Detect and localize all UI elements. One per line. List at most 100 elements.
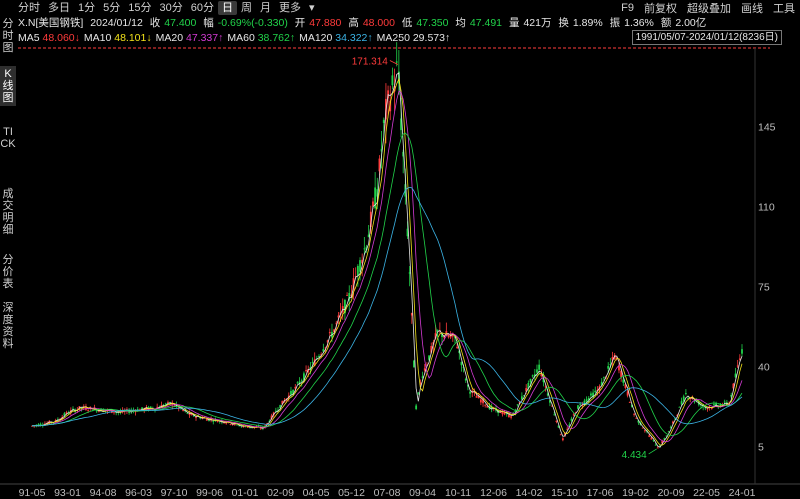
candle-body	[510, 416, 512, 418]
candle-body	[395, 61, 398, 63]
candle-body	[531, 375, 534, 377]
candle-body	[654, 444, 657, 446]
period-tab-10[interactable]: 更多	[275, 1, 305, 15]
more-dropdown-icon[interactable]: ▾	[305, 1, 319, 15]
candle-body	[195, 416, 197, 418]
side-tab-3[interactable]: 成交明细	[0, 186, 16, 238]
period-tab-4[interactable]: 15分	[124, 1, 155, 15]
date-range[interactable]: 1991/05/07-2024/01/12(8236日)	[631, 30, 782, 45]
candle-body	[156, 406, 159, 408]
candle-body	[656, 447, 659, 449]
y-tick-0: 5	[758, 442, 764, 454]
side-tab-5[interactable]: 深度资料	[0, 300, 16, 352]
period-tab-3[interactable]: 5分	[99, 1, 124, 15]
open-label: 开	[294, 17, 306, 29]
x-tick-17: 19-02	[622, 487, 649, 499]
low-label: 低	[401, 17, 413, 29]
candle-body	[553, 414, 556, 416]
side-tab-1[interactable]: K线图	[0, 66, 16, 106]
candle-body	[741, 349, 743, 354]
candle-body	[710, 408, 713, 409]
candle-body	[628, 401, 631, 403]
candle-body	[559, 434, 562, 436]
x-tick-3: 96-03	[125, 487, 152, 499]
ma120-line	[31, 186, 743, 427]
period-tab-0[interactable]: 分时	[14, 1, 44, 15]
symbol: X.N[美国钢铁]	[18, 17, 84, 29]
candle-body	[290, 390, 292, 395]
period-tab-9[interactable]: 月	[256, 1, 275, 15]
candle-body	[648, 435, 651, 437]
high-label: 高	[348, 17, 359, 29]
candle-body	[346, 295, 348, 296]
ma-item-ma120: MA120 34.322↑	[299, 32, 373, 44]
ma-item-ma20: MA20 47.337↑	[155, 32, 224, 44]
candle-body	[602, 376, 605, 378]
period-tab-2[interactable]: 1分	[74, 1, 99, 15]
candle-body	[529, 378, 532, 383]
tool-3[interactable]: 画线	[736, 0, 768, 16]
candle-body	[469, 391, 471, 394]
x-tick-15: 15-10	[551, 487, 578, 499]
candle-body	[643, 430, 646, 432]
candle-body	[212, 421, 215, 422]
quote-date: 2024/01/12	[90, 17, 143, 29]
x-tick-2: 94-08	[90, 487, 117, 499]
tool-2[interactable]: 超级叠加	[682, 0, 736, 16]
candle-body	[39, 423, 42, 426]
ma10-line	[31, 78, 743, 446]
y-tick-4: 145	[758, 122, 776, 134]
candle-body	[594, 390, 597, 393]
tool-0[interactable]: F9	[616, 2, 639, 14]
candle-body	[479, 399, 482, 403]
volume-value: 421万	[523, 17, 552, 29]
tool-4[interactable]: 工具	[768, 0, 800, 16]
period-tab-1[interactable]: 多日	[44, 1, 74, 15]
kline-chart[interactable]: 91-05 93-01 94-08 96-03 97-10 99-06 01-01 02-09…	[0, 0, 800, 499]
period-tab-6[interactable]: 60分	[187, 1, 218, 15]
period-tab-5[interactable]: 30分	[156, 1, 187, 15]
turnover-label: 换	[558, 17, 569, 29]
candle-body	[447, 335, 450, 338]
tool-1[interactable]: 前复权	[639, 0, 682, 16]
ma5-line	[31, 72, 743, 448]
period-tab-8[interactable]: 周	[237, 1, 256, 15]
candle-body	[305, 369, 307, 372]
period-tab-7[interactable]: 日	[218, 1, 237, 15]
side-tab-0[interactable]: 分时图	[0, 16, 16, 56]
candle-body	[460, 362, 463, 366]
candle-body	[87, 410, 90, 411]
ma60-line	[31, 132, 743, 436]
candle-body	[311, 361, 314, 363]
ma-item-ma10: MA10 48.101↓	[83, 32, 152, 44]
candle-body	[561, 438, 564, 441]
candle-body	[391, 75, 394, 86]
x-tick-13: 12-06	[480, 487, 507, 499]
candle-body	[736, 365, 739, 367]
volume-label: 量	[508, 17, 520, 29]
side-tab-4[interactable]: 分价表	[0, 252, 16, 292]
side-tab-2[interactable]: TICK	[0, 124, 16, 152]
x-tick-10: 07-08	[374, 487, 401, 499]
candle-body	[570, 418, 573, 421]
candle-body	[216, 421, 219, 423]
candle-body	[508, 414, 510, 418]
x-tick-16: 17-06	[587, 487, 614, 499]
candle-body	[456, 346, 459, 349]
y-tick-2: 75	[758, 282, 770, 294]
ma-legend: MA5 48.060↓ MA10 48.101↓ MA20 47.337↑ MA60 …	[18, 31, 454, 45]
x-tick-9: 05-12	[338, 487, 365, 499]
x-tick-4: 97-10	[161, 487, 188, 499]
ma-item-ma5: MA5 48.060↓	[18, 32, 80, 44]
candle-body	[678, 406, 681, 408]
candle-body	[555, 420, 558, 422]
candle-body	[300, 380, 303, 382]
candle-body	[501, 411, 504, 415]
avg-label: 均	[455, 17, 466, 29]
candle-body	[475, 396, 478, 398]
candle-body	[328, 332, 331, 334]
candle-body	[296, 382, 299, 384]
high-value: 48.000	[362, 17, 395, 29]
x-tick-8: 04-05	[303, 487, 330, 499]
period-toolbar: 分时 多日 1分 5分 15分 30分 60分日周月更多 ▾ F9 前复权 超级叠加 画线 工具	[0, 0, 800, 16]
